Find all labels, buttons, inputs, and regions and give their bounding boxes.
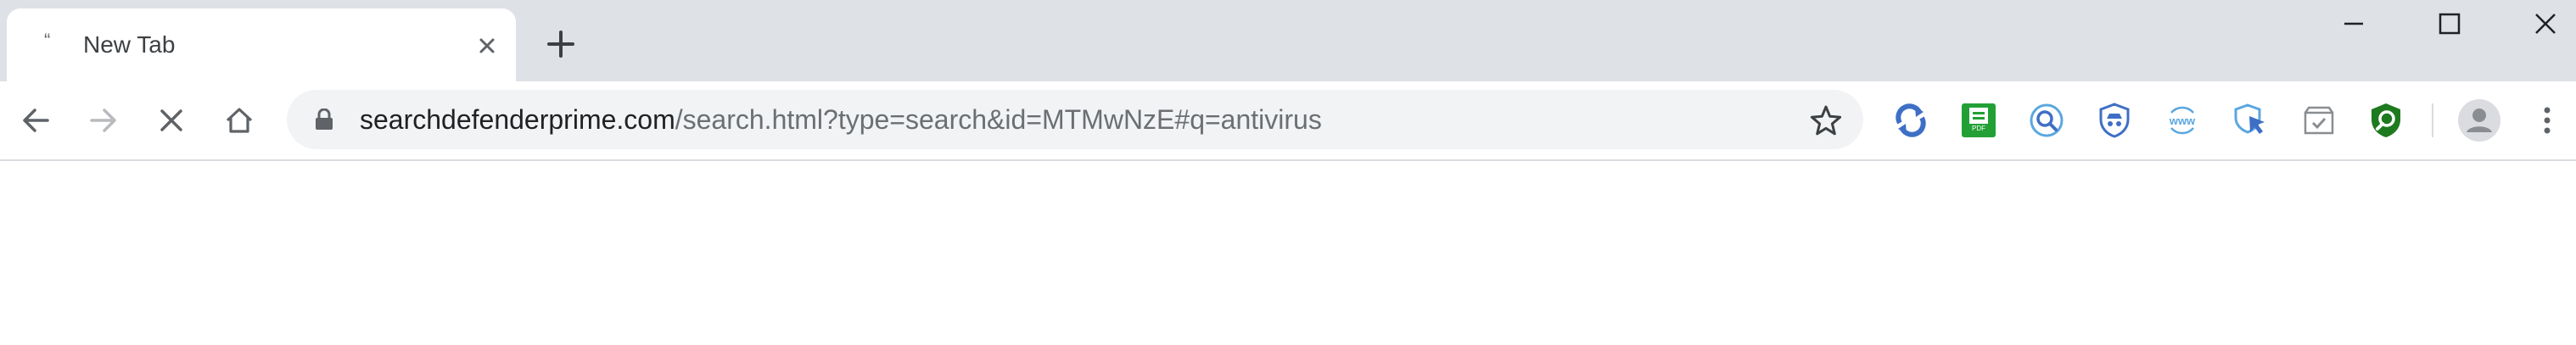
url-path: /search.html?type=search&id=MTMwNzE#q=an…	[675, 104, 1322, 135]
tab-close-icon[interactable]	[473, 32, 501, 59]
www-web-extension-icon[interactable]: www	[2160, 98, 2204, 142]
forward-arrow-icon[interactable]	[83, 100, 124, 141]
toolbar: searchdefenderprime.com/search.html?type…	[0, 81, 2576, 161]
minimize-icon[interactable]	[2318, 0, 2389, 47]
tab-new-tab[interactable]: “ New Tab	[7, 8, 516, 81]
profile-avatar-icon[interactable]	[2457, 98, 2501, 142]
cursor-shield-extension-icon[interactable]	[2228, 98, 2272, 142]
green-shield-search-extension-icon[interactable]	[2364, 98, 2408, 142]
address-bar[interactable]: searchdefenderprime.com/search.html?type…	[287, 90, 1863, 149]
stop-loading-icon[interactable]	[151, 100, 192, 141]
close-window-icon[interactable]	[2510, 0, 2576, 47]
back-arrow-icon[interactable]	[15, 100, 56, 141]
browser-window: “ New Tab searchdefenderprime.com/search…	[0, 0, 2576, 345]
shield-incognito-extension-icon[interactable]	[2092, 98, 2136, 142]
toolbar-divider	[2432, 103, 2433, 137]
loading-favicon-icon: “	[44, 30, 51, 51]
lock-icon[interactable]	[314, 108, 334, 131]
bookmark-star-icon[interactable]	[1807, 102, 1845, 139]
maximize-icon[interactable]	[2414, 0, 2485, 47]
pdf-document-extension-icon[interactable]: PDF	[1957, 98, 2001, 142]
new-tab-plus-icon[interactable]	[544, 27, 578, 61]
tab-title: New Tab	[83, 31, 176, 58]
tab-strip: “ New Tab	[0, 0, 2576, 81]
svg-text:www: www	[2169, 114, 2196, 127]
url-text[interactable]: searchdefenderprime.com/search.html?type…	[360, 103, 1322, 136]
more-vertical-icon[interactable]	[2525, 98, 2569, 142]
page-content	[0, 161, 2576, 345]
refresh-sync-extension-icon[interactable]	[1889, 98, 1933, 142]
magnifier-search-extension-icon[interactable]	[2024, 98, 2069, 142]
home-icon[interactable]	[219, 100, 260, 141]
package-check-extension-icon[interactable]	[2296, 98, 2340, 142]
svg-text:PDF: PDF	[1972, 125, 1985, 132]
url-host: searchdefenderprime.com	[360, 104, 675, 135]
